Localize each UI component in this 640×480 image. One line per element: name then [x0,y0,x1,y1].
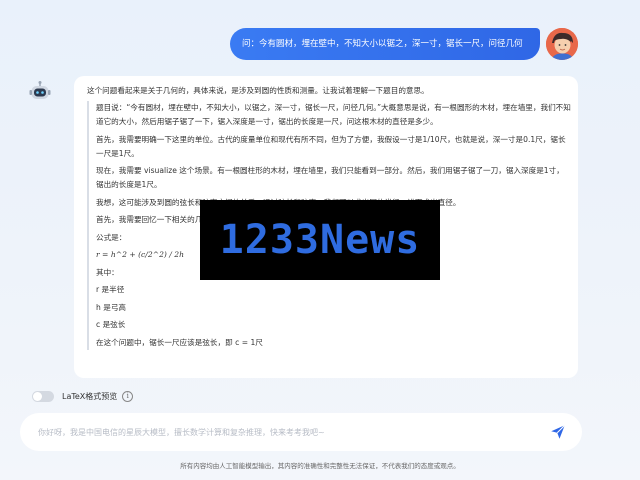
reasoning-paragraph-units: 首先，我需要明确一下这里的单位。古代的度量单位和现代有所不同，但为了方便，我假设… [96,134,566,158]
info-icon[interactable]: i [122,390,134,402]
assistant-robot-icon [28,80,52,104]
definition-height: h 是弓高 [96,302,127,312]
latex-toggle-row: LaTeX格式预览 i [32,388,134,404]
chat-input[interactable] [38,413,538,451]
user-message-bubble: 问：今有圆材，埋在壁中，不知大小以锯之，深一寸，锯长一尺，问径几何 [230,28,540,60]
paper-plane-icon [551,424,566,439]
send-button[interactable] [546,421,570,443]
reasoning-paragraph-chord-length: 在这个问题中，锯长一尺应该是弦长，即 c = 1尺 [96,337,263,347]
disclaimer-footer: 所有内容均由人工智能模型输出，其内容的准确性和完整性无法保证，不代表我们的态度或… [180,462,460,470]
watermark-text: 1233News [219,217,421,263]
chat-input-bar [20,413,582,451]
definition-chord: c 是弦长 [96,320,126,329]
user-avatar[interactable] [546,28,578,60]
user-avatar-icon [546,28,578,60]
reasoning-paragraph-problem: 题目说：“今有圆材，埋在壁中，不知大小，以锯之，深一寸，锯长一尺，问径几何。”大… [96,103,571,126]
latex-preview-toggle[interactable] [32,390,54,402]
latex-toggle-label: LaTeX格式预览 [62,391,118,401]
reasoning-paragraph-visualize: 现在，我需要 visualize 这个场景。有一根圆柱形的木材，埋在墙里，我们只… [96,166,564,189]
user-message-row: 问：今有圆材，埋在壁中，不知大小以锯之，深一寸，锯长一尺，问径几何 [0,28,640,62]
watermark-logo: 1233News [200,200,440,280]
definition-radius: r 是半径 [96,285,125,294]
answer-intro: 这个问题看起来是关于几何的，具体来说，是涉及到圆的性质和测量。让我试着理解一下题… [87,86,429,95]
